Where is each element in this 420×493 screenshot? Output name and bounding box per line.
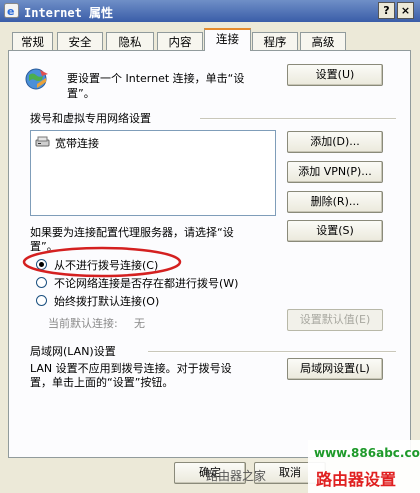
watermark-brand: 路由器设置 <box>316 470 397 489</box>
connection-name: 宽带连接 <box>55 137 99 150</box>
always-dial-label[interactable]: 始终拨打默认连接(O) <box>54 293 159 309</box>
always-dial-radio[interactable] <box>36 295 47 306</box>
add-button[interactable]: 添加(D)... <box>287 131 383 153</box>
network-connection-icon <box>35 135 51 149</box>
tab-label: 安全 <box>68 35 92 49</box>
tab-advanced[interactable]: 高级 <box>300 32 346 50</box>
close-icon: × <box>400 4 411 17</box>
tab-security[interactable]: 安全 <box>57 32 103 50</box>
tab-label: 连接 <box>216 32 239 46</box>
default-connection-label: 当前默认连接: <box>48 317 118 330</box>
ie-window-icon: e <box>4 3 19 18</box>
add-vpn-button[interactable]: 添加 VPN(P)... <box>287 161 383 183</box>
tab-label: 常规 <box>21 35 44 49</box>
default-connection-value: 无 <box>134 317 145 330</box>
lan-divider <box>148 351 396 352</box>
remove-button[interactable]: 删除(R)... <box>287 191 383 213</box>
connection-list[interactable]: 宽带连接 <box>30 130 276 216</box>
tab-label: 隐私 <box>118 35 142 49</box>
title-bar: e Internet 属性 ? × <box>0 0 420 22</box>
globe-connect-icon <box>24 66 50 92</box>
svg-text:e: e <box>7 5 14 18</box>
tab-label: 程序 <box>263 35 287 49</box>
help-button[interactable]: ? <box>378 2 395 19</box>
set-default-button[interactable]: 设置默认值(E) <box>287 309 383 331</box>
lan-text-line2: 置，单击上面的“设置”按钮。 <box>30 376 174 389</box>
overlay-watermark: 路由器之家 <box>206 469 267 483</box>
lan-heading: 局域网(LAN)设置 <box>30 345 116 358</box>
help-icon: ? <box>383 4 390 17</box>
tab-connections[interactable]: 连接 <box>204 28 251 51</box>
site-watermark: www.886abc.com 路由器设置 <box>308 440 420 493</box>
setup-text-line2: 置”。 <box>67 87 95 100</box>
tab-label: 内容 <box>168 35 192 49</box>
lan-settings-button[interactable]: 局域网设置(L) <box>287 358 383 380</box>
tab-privacy[interactable]: 隐私 <box>106 32 154 50</box>
window-title: Internet 属性 <box>24 6 114 20</box>
setup-text-line1: 要设置一个 Internet 连接，单击“设 <box>67 72 245 85</box>
tab-general[interactable]: 常规 <box>12 32 53 50</box>
tab-content[interactable]: 内容 <box>157 32 203 50</box>
tab-programs[interactable]: 程序 <box>252 32 298 50</box>
dialup-heading: 拨号和虚拟专用网络设置 <box>30 112 151 125</box>
watermark-url: www.886abc.com <box>314 446 420 460</box>
connection-settings-button[interactable]: 设置(S) <box>287 220 383 242</box>
setup-button[interactable]: 设置(U) <box>287 64 383 86</box>
proxy-hint-line1: 如果要为连接配置代理服务器，请选择“设 <box>30 226 234 239</box>
tab-label: 高级 <box>311 35 335 49</box>
dialup-divider <box>200 118 396 119</box>
close-button[interactable]: × <box>397 2 414 19</box>
highlight-circle <box>22 246 182 278</box>
